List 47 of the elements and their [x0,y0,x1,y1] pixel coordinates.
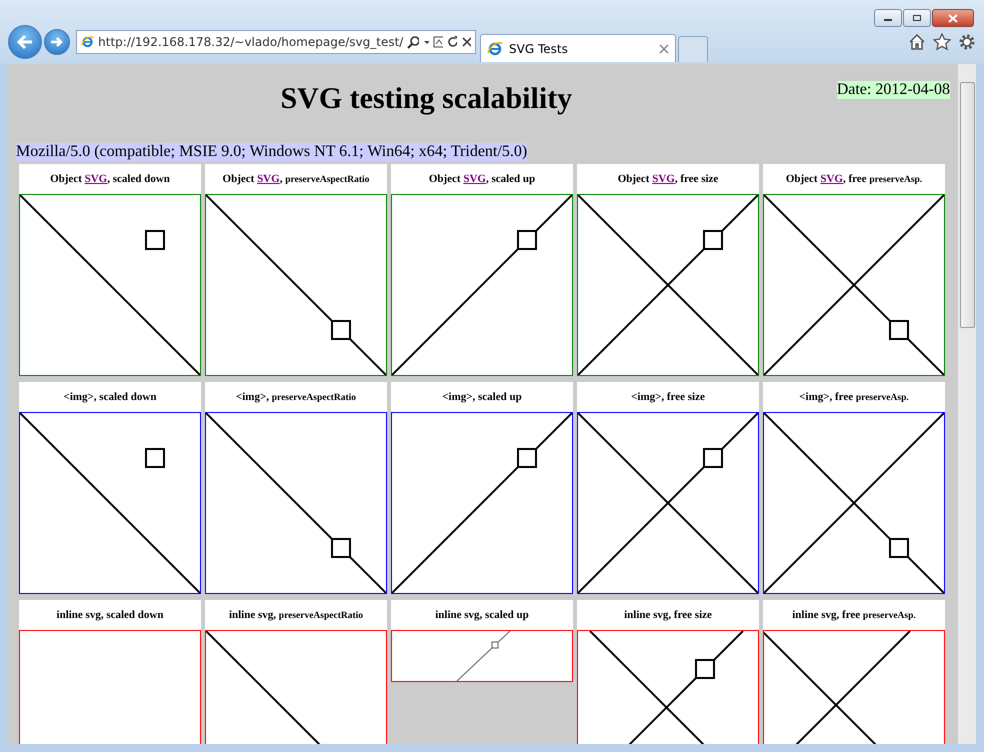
scrollbar[interactable] [957,64,976,744]
figure-caption: Object SVG, free preserveAsp. [784,172,924,187]
figure-caption: inline svg, preserveAspectRatio [228,608,364,623]
minimize-button[interactable] [874,9,902,27]
date-label: Date: 2012-04-08 [836,81,950,99]
stop-icon[interactable] [461,35,471,49]
compatibility-icon[interactable] [433,35,444,49]
back-arrow-icon [16,34,34,50]
close-button[interactable] [932,9,974,27]
forward-button[interactable] [44,29,70,55]
figure-caption: <img>, preserveAspectRatio [234,390,357,405]
browser-logo-icon [81,34,94,50]
page-title: SVG testing scalability [280,82,574,116]
svg-link[interactable]: SVG [257,173,280,185]
scroll-thumb[interactable] [960,82,976,328]
figure-caption: <img>, free size [630,390,706,405]
figure-caption: Object SVG, scaled up [428,172,536,187]
url-text: http://192.168.178.32/~vlado/homepage/svg_test/ [98,35,404,49]
maximize-button[interactable] [903,9,931,27]
close-tab-icon[interactable] [659,44,669,54]
svg-link[interactable]: SVG [652,173,675,185]
figure-caption: inline svg, scaled up [434,608,530,623]
figure-caption: <img>, scaled up [441,390,523,405]
forward-arrow-icon [50,36,64,48]
svg-link[interactable]: SVG [84,173,108,185]
figure-caption: inline svg, free size [623,608,713,623]
address-bar[interactable]: http://192.168.178.32/~vlado/homepage/svg_test/ [76,30,476,54]
back-button[interactable] [8,25,42,59]
restore-icon [912,14,922,22]
star-icon[interactable] [933,33,951,51]
browser-logo-icon [487,40,503,56]
search-icon[interactable] [407,35,419,49]
home-icon[interactable] [908,33,926,51]
refresh-icon[interactable] [447,35,458,49]
figure-caption: Object SVG, free size [616,172,720,187]
browser-tab[interactable]: SVG Tests [480,34,676,62]
user-agent-text: Mozilla/5.0 (compatible; MSIE 9.0; Windows NT 6.1; Win64; x64; Trident/5.0) [16,143,528,161]
figure-caption: inline svg, free preserveAsp. [791,608,917,623]
figure-caption: Object SVG, scaled down [49,172,171,187]
settings-icon[interactable] [958,33,976,51]
svg-link[interactable]: SVG [820,173,843,185]
svg-link[interactable]: SVG [463,173,486,185]
figure-caption: inline svg, scaled down [56,608,164,623]
close-icon [948,14,958,22]
figure-caption: <img>, free preserveAsp. [798,390,910,405]
figure-caption: <img>, scaled down [62,390,158,405]
figure-caption: Object SVG, preserveAspectRatio [222,172,370,187]
